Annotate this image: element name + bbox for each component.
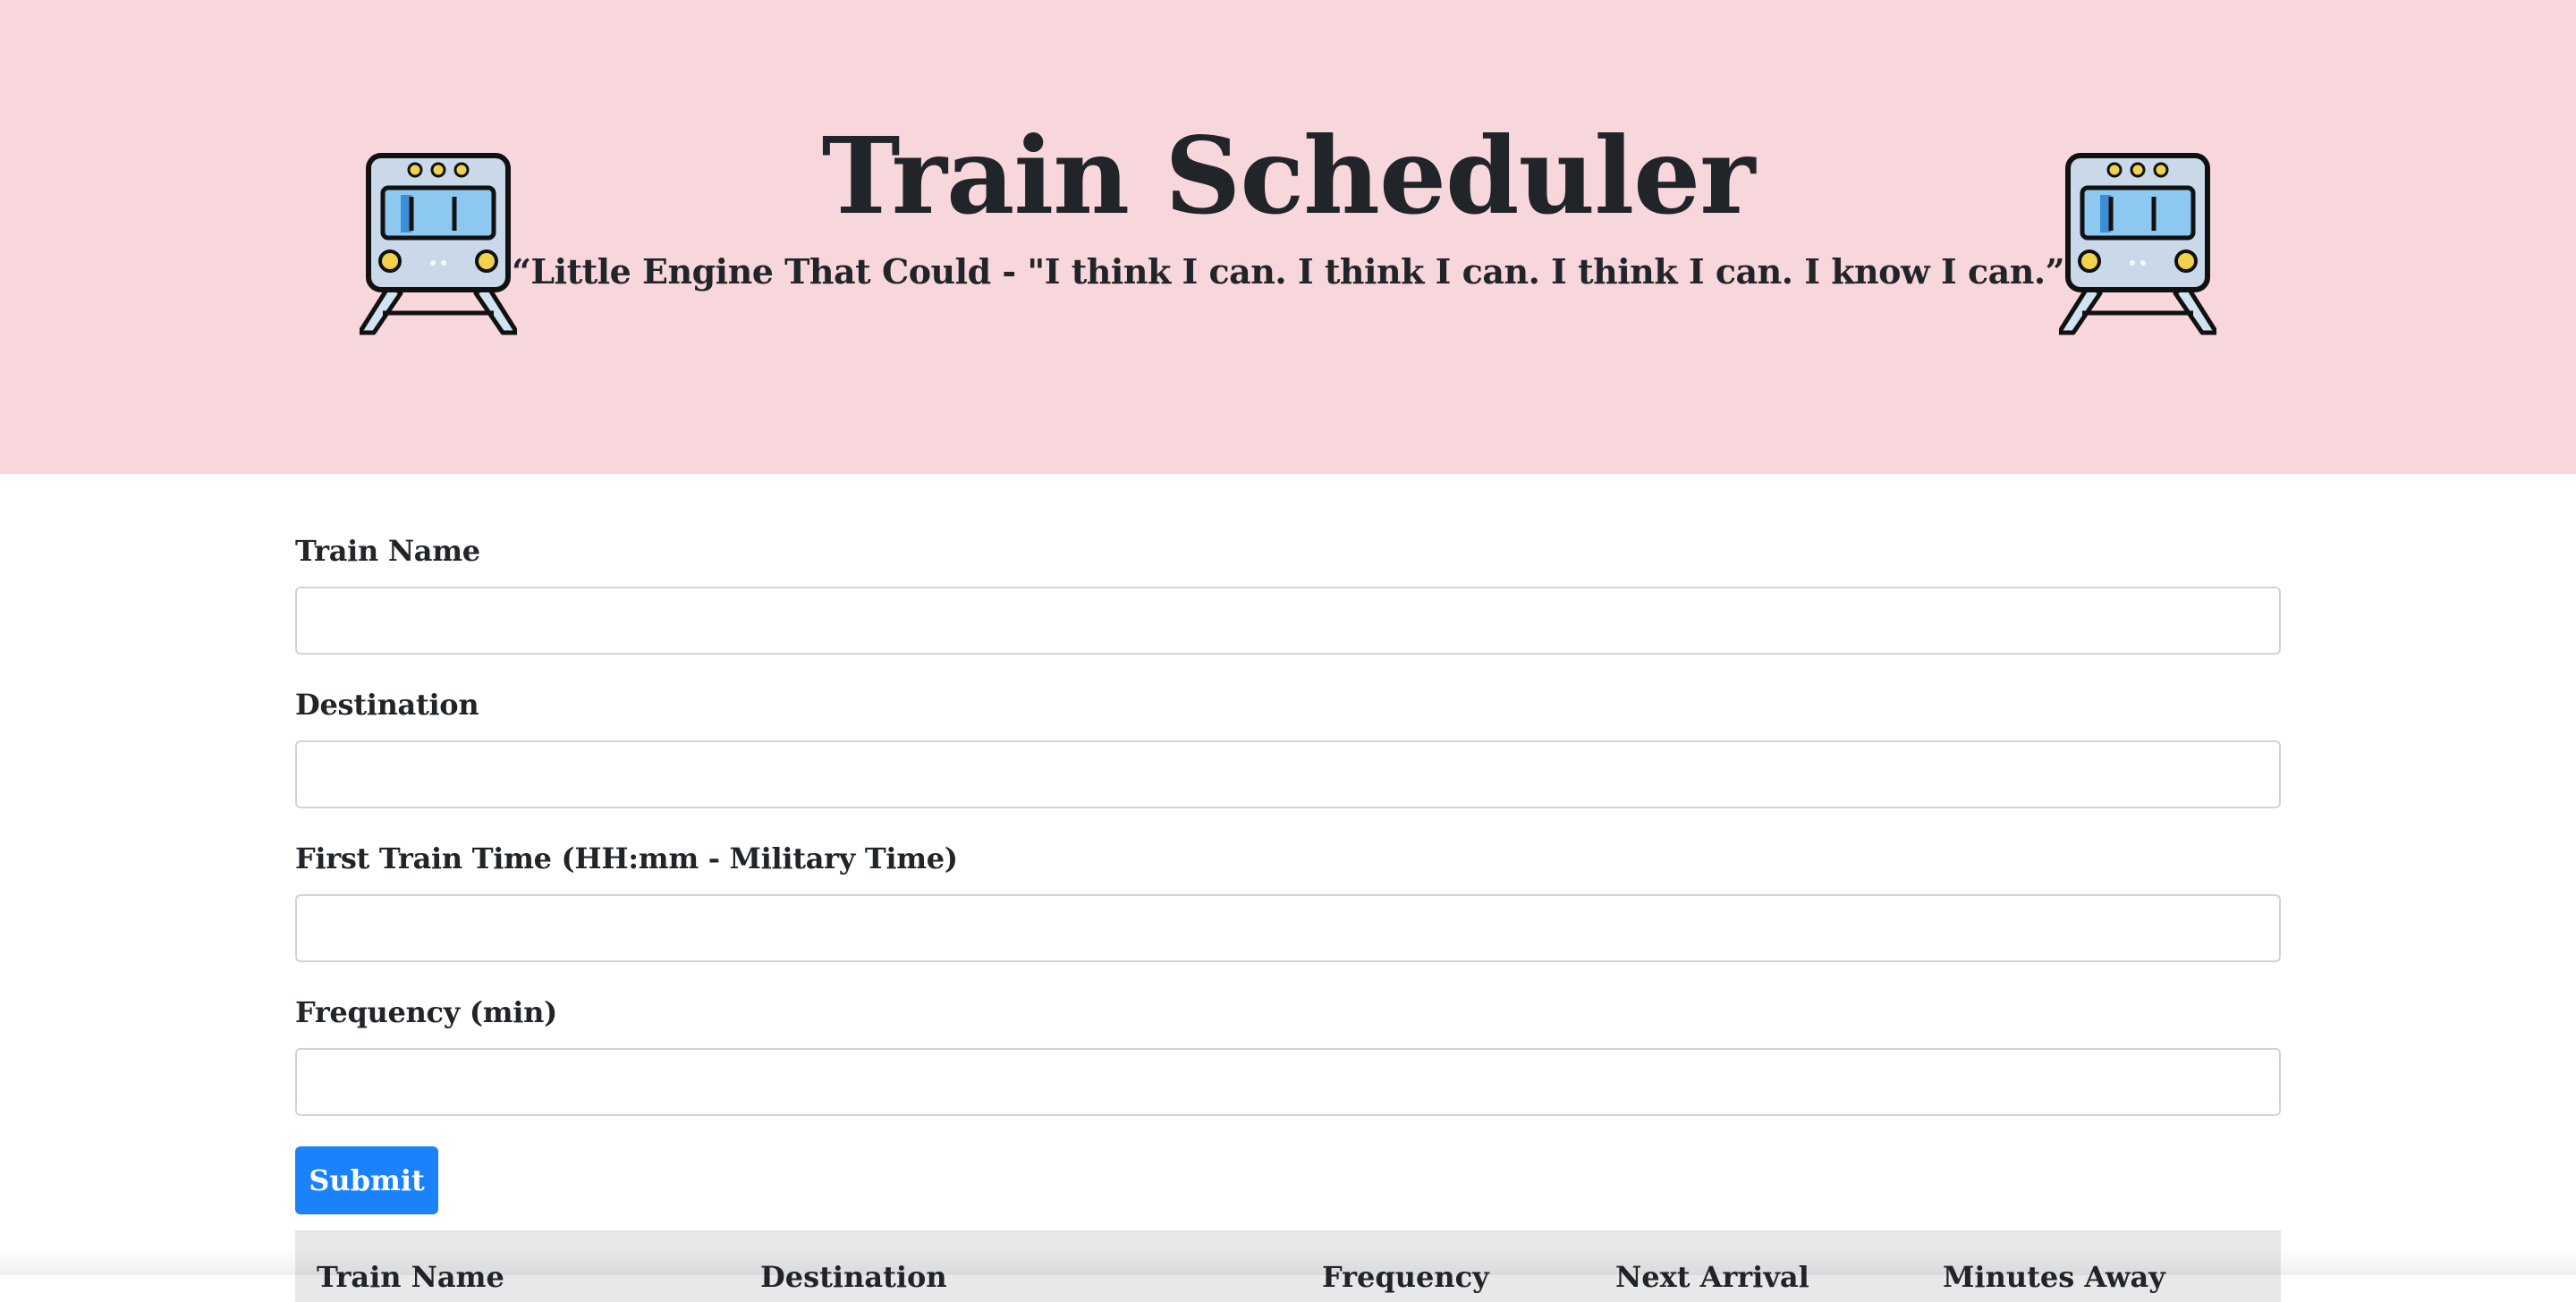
- column-header-minutes-away[interactable]: Minutes Away: [1943, 1259, 2165, 1295]
- column-header-train-name[interactable]: Train Name: [317, 1259, 504, 1295]
- column-header-next-arrival[interactable]: Next Arrival: [1615, 1259, 1809, 1295]
- first-train-time-input[interactable]: [295, 894, 2281, 962]
- destination-label: Destination: [295, 688, 479, 722]
- first-train-time-label: First Train Time (HH:mm - Military Time): [295, 841, 958, 875]
- train-name-input[interactable]: [295, 587, 2281, 655]
- page-header: Train Scheduler “Little Engine That Coul…: [0, 0, 2576, 474]
- frequency-field-group: Frequency (min): [295, 989, 2281, 1116]
- column-header-destination[interactable]: Destination: [760, 1259, 947, 1295]
- frequency-input[interactable]: [295, 1048, 2281, 1116]
- destination-input[interactable]: [295, 740, 2281, 808]
- frequency-label: Frequency (min): [295, 995, 557, 1029]
- train-icon: [2059, 153, 2216, 335]
- train-form: Train Name Destination First Train Time …: [295, 528, 2281, 1116]
- submit-button[interactable]: Submit: [295, 1146, 438, 1214]
- train-name-field-group: Train Name: [295, 528, 2281, 655]
- destination-field-group: Destination: [295, 681, 2281, 808]
- schedule-table-header: Train Name Destination Frequency Next Ar…: [295, 1230, 2281, 1302]
- first-train-time-field-group: First Train Time (HH:mm - Military Time): [295, 835, 2281, 962]
- column-header-frequency[interactable]: Frequency: [1322, 1259, 1489, 1295]
- train-name-label: Train Name: [295, 534, 480, 568]
